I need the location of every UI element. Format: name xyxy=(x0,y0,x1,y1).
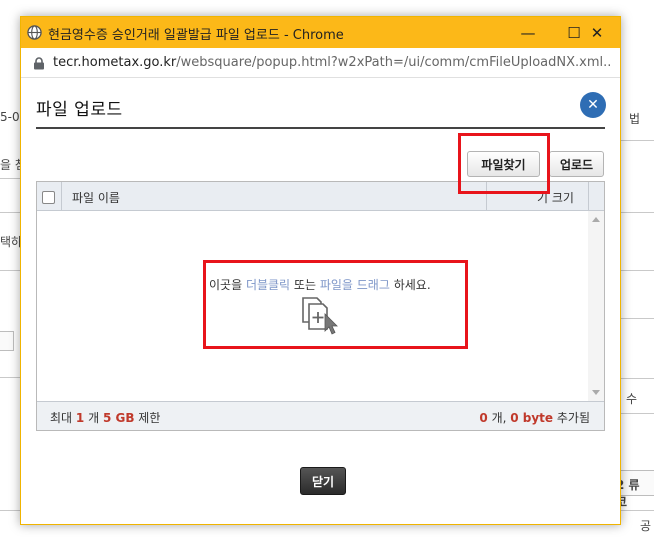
added-info: 0 개, 0 byte 추가됨 xyxy=(479,409,590,426)
limit-text: 개 xyxy=(84,411,103,425)
bg-text-right-1: 법 xyxy=(629,112,641,126)
vertical-scrollbar[interactable] xyxy=(588,211,604,401)
url-path: /websquare/popup.html?w2xPath=/ui/comm/c… xyxy=(176,55,611,70)
bg-divider xyxy=(621,378,654,379)
bg-divider xyxy=(621,270,654,271)
bg-text-select: 택하 xyxy=(0,235,23,249)
limit-size: 5 GB xyxy=(102,411,135,425)
address-bar[interactable]: tecr.hometax.go.kr/websquare/popup.html?… xyxy=(21,48,620,78)
column-separator xyxy=(588,182,589,211)
scroll-down-icon[interactable] xyxy=(592,390,600,395)
dialog-close-icon[interactable]: ✕ xyxy=(580,92,606,118)
bg-divider xyxy=(0,178,20,179)
limit-count: 1 xyxy=(75,411,85,425)
lock-icon xyxy=(34,57,44,70)
bg-text-right-4: 공 xyxy=(640,519,652,533)
added-text: 추가됨 xyxy=(553,411,590,425)
window-close-button[interactable]: ✕ xyxy=(574,17,620,48)
dialog-title: 파일 업로드 xyxy=(36,100,123,120)
scroll-up-icon[interactable] xyxy=(592,217,600,222)
limit-text: 제한 xyxy=(134,411,161,425)
bg-calendar-icon xyxy=(0,331,14,351)
bg-divider xyxy=(621,318,654,319)
bg-text-right-2: 수 xyxy=(626,392,638,406)
upload-button[interactable]: 업로드 xyxy=(549,151,604,177)
close-button[interactable]: 닫기 xyxy=(300,467,346,495)
added-bytes: 0 byte xyxy=(510,411,554,425)
grid-footer: 최대 1 개 5 GB 제한 0 개, 0 byte 추가됨 xyxy=(37,401,604,430)
column-header-name[interactable]: 파일 이름 xyxy=(72,189,120,206)
bg-text-right-3: 2 류 코 xyxy=(616,478,640,509)
highlight-drop-zone xyxy=(203,260,468,349)
bg-divider xyxy=(0,212,20,213)
highlight-find-button xyxy=(458,133,550,194)
bg-divider xyxy=(0,270,20,271)
select-all-checkbox[interactable] xyxy=(42,191,55,204)
bg-divider xyxy=(621,212,654,213)
window-titlebar[interactable]: 현금영수증 승인거래 일괄발급 파일 업로드 - Chrome — ☐ ✕ xyxy=(21,17,620,48)
minimize-button[interactable]: — xyxy=(505,17,551,48)
url-host: tecr.hometax.go.kr xyxy=(53,55,177,70)
added-text: 개, xyxy=(487,411,511,425)
window-title: 현금영수증 승인거래 일괄발급 파일 업로드 - Chrome xyxy=(48,28,344,43)
bg-divider xyxy=(621,140,654,141)
title-divider xyxy=(36,127,605,129)
added-count: 0 xyxy=(479,411,488,425)
column-separator xyxy=(61,182,62,211)
bg-divider xyxy=(621,413,654,414)
limit-info: 최대 1 개 5 GB 제한 xyxy=(50,409,160,426)
globe-icon xyxy=(27,25,42,40)
limit-text: 최대 xyxy=(50,411,76,425)
bg-divider xyxy=(0,377,20,378)
url-text[interactable]: tecr.hometax.go.kr/websquare/popup.html?… xyxy=(53,55,611,70)
